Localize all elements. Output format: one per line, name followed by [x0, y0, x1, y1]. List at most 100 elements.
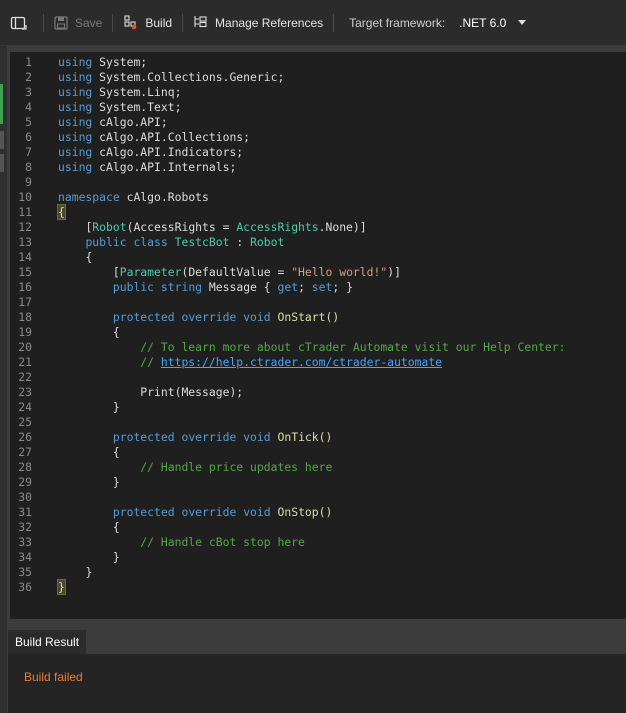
- line-number: 9: [25, 175, 32, 189]
- code-token: // Handle cBot stop here: [140, 535, 305, 549]
- code-token: protected: [112, 310, 175, 324]
- build-icon: [124, 15, 137, 30]
- manage-references-button[interactable]: Manage References: [183, 0, 333, 46]
- code-line[interactable]: 9: [10, 175, 32, 190]
- code-text: {: [58, 325, 120, 340]
- code-text: {: [58, 445, 120, 460]
- code-editor[interactable]: 1 using System; 2 using System.Collections.…: [10, 52, 626, 619]
- code-token: public: [85, 235, 127, 249]
- code-line[interactable]: 31 protected override void OnStop(): [10, 505, 332, 520]
- code-line[interactable]: 17: [10, 295, 32, 310]
- code-line[interactable]: 27 {: [10, 445, 119, 460]
- tab-build-result[interactable]: Build Result: [8, 630, 87, 654]
- code-text: }: [58, 400, 120, 415]
- code-line[interactable]: 28 // Handle price updates here: [10, 460, 332, 475]
- code-line[interactable]: 24 }: [10, 400, 119, 415]
- code-text: }: [58, 550, 120, 565]
- line-number: 25: [18, 415, 32, 429]
- code-line[interactable]: 14 {: [10, 250, 92, 265]
- code-line[interactable]: 16 public string Message { get; set; }: [10, 280, 353, 295]
- code-line[interactable]: 2 using System.Collections.Generic;: [10, 70, 284, 85]
- save-icon: [54, 15, 68, 30]
- build-button[interactable]: Build: [113, 0, 182, 46]
- code-token: using: [58, 115, 93, 129]
- code-token: System;: [99, 55, 148, 69]
- code-token: ; }: [332, 280, 353, 294]
- code-token: cAlgo.API;: [99, 115, 168, 129]
- line-number: 21: [18, 355, 32, 369]
- code-line[interactable]: 19 {: [10, 325, 119, 340]
- code-text: protected override void OnStart(): [58, 310, 339, 325]
- code-text: [Robot(AccessRights = AccessRights.None)…: [58, 220, 367, 235]
- code-text: Print(Message);: [58, 385, 243, 400]
- line-number: 4: [25, 100, 32, 114]
- code-line[interactable]: 21 // https://help.ctrader.com/ctrader-a…: [10, 355, 442, 370]
- line-number: 20: [18, 340, 32, 354]
- code-line[interactable]: 32 {: [10, 520, 119, 535]
- code-line[interactable]: 22: [10, 370, 32, 385]
- code-token: cAlgo.API.Indicators;: [99, 145, 244, 159]
- code-token: .None)]: [318, 220, 367, 234]
- code-token: TestcBot: [174, 235, 230, 249]
- code-token: "Hello world!": [291, 265, 388, 279]
- code-line[interactable]: 30: [10, 490, 32, 505]
- line-number: 19: [18, 325, 32, 339]
- target-framework-select[interactable]: .NET 6.0: [453, 0, 532, 46]
- code-line[interactable]: 13 public class TestcBot : Robot: [10, 235, 284, 250]
- code-token: }: [112, 400, 120, 414]
- line-number: 29: [18, 475, 32, 489]
- code-line[interactable]: 18 protected override void OnStart(): [10, 310, 339, 325]
- code-token: AccessRights: [236, 220, 319, 234]
- help-center-link[interactable]: https://help.ctrader.com/ctrader-automat…: [161, 355, 442, 369]
- code-text: using cAlgo.API.Internals;: [58, 160, 236, 175]
- code-line[interactable]: 3 using System.Linq;: [10, 85, 181, 100]
- side-panel-tab[interactable]: [0, 154, 4, 172]
- save-label: Save: [75, 15, 103, 30]
- line-number: 10: [18, 190, 32, 204]
- code-line[interactable]: 12 [Robot(AccessRights = AccessRights.No…: [10, 220, 366, 235]
- code-line[interactable]: 33 // Handle cBot stop here: [10, 535, 305, 550]
- code-token: }: [112, 550, 120, 564]
- code-line[interactable]: 23 Print(Message);: [10, 385, 243, 400]
- build-label: Build: [145, 15, 173, 30]
- code-token: cAlgo.API.Internals;: [99, 160, 237, 174]
- code-token: :: [229, 235, 251, 249]
- code-line[interactable]: 1 using System;: [10, 55, 147, 70]
- code-line[interactable]: 10 namespace cAlgo.Robots: [10, 190, 209, 205]
- code-token: set: [311, 280, 333, 294]
- side-panel-tab[interactable]: [0, 131, 4, 149]
- code-text: protected override void OnStop(): [58, 505, 333, 520]
- code-token: protected: [112, 430, 175, 444]
- code-line[interactable]: 34 }: [10, 550, 119, 565]
- save-button[interactable]: Save: [44, 0, 112, 46]
- code-line[interactable]: 4 using System.Text;: [10, 100, 181, 115]
- code-text: // Handle price updates here: [58, 460, 332, 475]
- code-token: }: [112, 475, 120, 489]
- code-line[interactable]: 5 using cAlgo.API;: [10, 115, 168, 130]
- code-token: }: [85, 565, 93, 579]
- code-token: // To learn more about cTrader Automate …: [140, 340, 566, 354]
- code-line[interactable]: 36}: [10, 579, 66, 595]
- code-line[interactable]: 35 }: [10, 565, 92, 580]
- code-token: ;: [298, 280, 312, 294]
- line-number: 27: [18, 445, 32, 459]
- code-text: using System.Collections.Generic;: [58, 70, 284, 85]
- code-token: [: [112, 265, 120, 279]
- line-number: 18: [18, 310, 32, 324]
- code-line[interactable]: 11 {: [10, 204, 66, 220]
- code-line[interactable]: 20 // To learn more about cTrader Automa…: [10, 340, 565, 355]
- line-number: 2: [25, 70, 32, 84]
- code-line[interactable]: 7 using cAlgo.API.Indicators;: [10, 145, 243, 160]
- code-line[interactable]: 29 }: [10, 475, 119, 490]
- code-text: // Handle cBot stop here: [58, 535, 305, 550]
- code-line[interactable]: 25: [10, 415, 32, 430]
- code-text: public string Message { get; set; }: [58, 280, 353, 295]
- code-token: cAlgo.Robots: [126, 190, 209, 204]
- code-token: (AccessRights =: [126, 220, 237, 234]
- code-text: using System;: [58, 55, 147, 70]
- code-line[interactable]: 8 using cAlgo.API.Internals;: [10, 160, 236, 175]
- code-line[interactable]: 15 [Parameter(DefaultValue = "Hello worl…: [10, 265, 401, 280]
- code-line[interactable]: 6 using cAlgo.API.Collections;: [10, 130, 250, 145]
- toggle-panel-button[interactable]: [0, 0, 43, 46]
- code-line[interactable]: 26 protected override void OnTick(): [10, 430, 332, 445]
